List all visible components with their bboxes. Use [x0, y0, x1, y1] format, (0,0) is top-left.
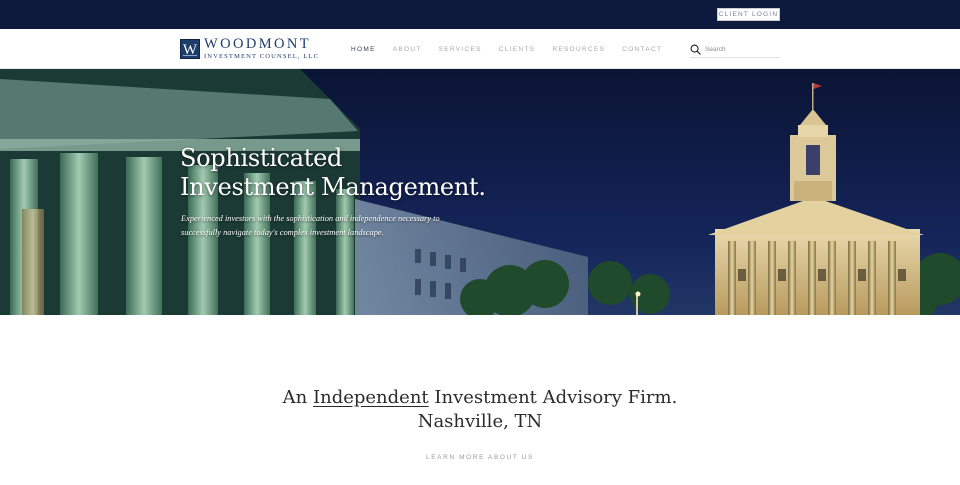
top-utility-bar: CLIENT LOGIN — [0, 0, 960, 29]
logo-name: WOODMONT — [204, 35, 311, 52]
intro-section: An Independent Investment Advisory Firm.… — [0, 315, 960, 485]
nav-item-clients[interactable]: CLIENTS — [499, 46, 536, 53]
main-nav: HOME ABOUT SERVICES CLIENTS RESOURCES CO… — [351, 29, 679, 69]
logo-text: WOODMONT INVESTMENT COUNSEL, LLC — [204, 35, 320, 61]
hero-title-line-1: Sophisticated — [180, 144, 343, 172]
logo-subtitle: INVESTMENT COUNSEL, LLC — [204, 52, 320, 60]
logo-mark-letter: W — [182, 42, 198, 58]
nav-item-contact[interactable]: CONTACT — [622, 46, 662, 53]
hero-subtitle: Experienced investors with the sophistic… — [181, 214, 440, 237]
search-icon[interactable] — [690, 44, 701, 55]
search-box — [690, 42, 780, 58]
client-login-button[interactable]: CLIENT LOGIN — [717, 8, 780, 21]
nav-item-resources[interactable]: RESOURCES — [552, 46, 605, 53]
intro-headline: An Independent Investment Advisory Firm. — [0, 386, 960, 410]
nav-item-services[interactable]: SERVICES — [439, 46, 482, 53]
intro-headline-emphasis: Independent — [313, 387, 429, 408]
intro-headline-prefix: An — [282, 387, 313, 408]
intro-location: Nashville, TN — [417, 411, 543, 432]
hero-title: Sophisticated Investment Management. — [180, 144, 486, 202]
search-input[interactable] — [705, 43, 777, 56]
site-header: W WOODMONT INVESTMENT COUNSEL, LLC HOME … — [0, 29, 960, 69]
woodmont-logo[interactable]: W WOODMONT INVESTMENT COUNSEL, LLC — [180, 35, 320, 61]
nav-item-about[interactable]: ABOUT — [393, 46, 422, 53]
learn-more-link[interactable]: LEARN MORE ABOUT US — [0, 454, 960, 461]
hero-banner: Sophisticated Investment Management. Exp… — [0, 69, 960, 315]
logo-mark-icon: W — [180, 39, 200, 59]
intro-headline-suffix: Investment Advisory Firm. — [428, 387, 678, 408]
nav-item-home[interactable]: HOME — [351, 46, 376, 53]
hero-title-line-2: Investment Management. — [180, 173, 486, 201]
